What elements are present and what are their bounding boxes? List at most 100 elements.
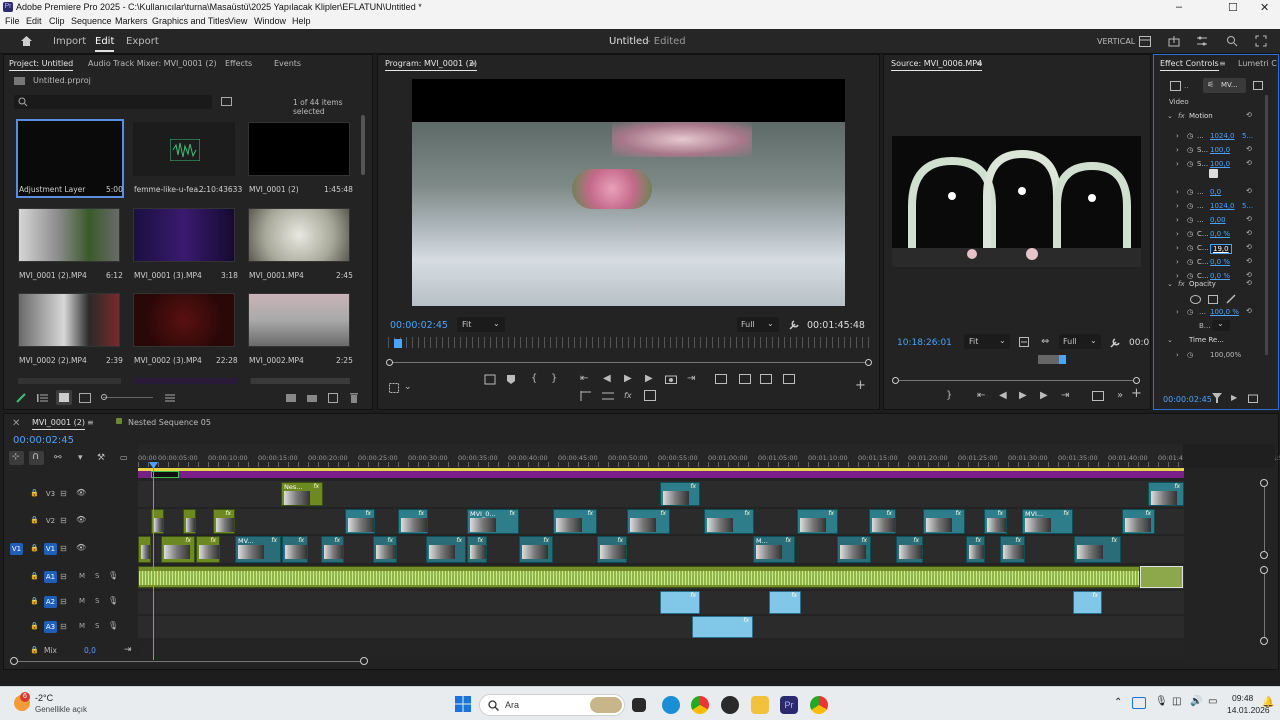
- search-icon[interactable]: [1226, 35, 1238, 47]
- snap-button[interactable]: ∩: [29, 451, 44, 465]
- chevron-down-icon[interactable]: ⌄: [1167, 280, 1173, 288]
- lock-icon[interactable]: 🔒: [30, 489, 39, 497]
- notification-bell-icon[interactable]: 🔔: [1262, 697, 1274, 708]
- menu-help[interactable]: Help: [292, 16, 311, 26]
- effect-controls-timecode[interactable]: 00:00:02:45: [1163, 395, 1212, 404]
- tab-events[interactable]: Events: [274, 59, 301, 68]
- lift-icon[interactable]: [484, 374, 496, 385]
- program-timecode[interactable]: 00:00:02:45: [390, 320, 448, 331]
- track-target-v1[interactable]: V1: [44, 543, 57, 555]
- reset-icon[interactable]: ⟲: [1246, 229, 1252, 237]
- multi-camera-icon[interactable]: [783, 374, 795, 384]
- scroll-handle[interactable]: [1260, 637, 1268, 645]
- mark-in-icon[interactable]: {: [531, 374, 537, 384]
- microphone-icon[interactable]: 🎙: [1155, 696, 1168, 707]
- share-icon[interactable]: [1168, 35, 1180, 47]
- microphone-icon[interactable]: 🎙: [108, 571, 118, 580]
- property-value[interactable]: 0,0 %: [1210, 230, 1230, 238]
- step-forward-icon[interactable]: ▶: [645, 374, 653, 384]
- tab-audio-track-mixer[interactable]: Audio Track Mixer: MVI_0001 (2): [88, 59, 217, 68]
- menu-view[interactable]: View: [228, 16, 247, 26]
- timeline-clip[interactable]: fx: [1074, 536, 1121, 563]
- menu-graphics[interactable]: Graphics and Titles: [152, 16, 229, 26]
- a1-audio-clip[interactable]: [138, 566, 1140, 588]
- stopwatch-icon[interactable]: ◷: [1187, 272, 1193, 280]
- step-back-icon[interactable]: ◀: [603, 374, 611, 384]
- tab-effect-controls[interactable]: Effect Controls: [1160, 59, 1219, 71]
- microphone-icon[interactable]: 🎙: [108, 596, 118, 605]
- tab-project[interactable]: Project: Untitled: [9, 59, 74, 71]
- tab-sequence-main[interactable]: MVI_0001 (2): [32, 418, 85, 430]
- chevron-right-icon[interactable]: ›: [1176, 132, 1179, 140]
- timeline-clip[interactable]: fx: [692, 616, 753, 638]
- export-icon[interactable]: [1248, 393, 1258, 403]
- project-item-sequence[interactable]: [248, 122, 350, 176]
- menu-window[interactable]: Window: [254, 16, 286, 26]
- go-to-out-icon[interactable]: ⇥: [687, 374, 695, 384]
- chevron-right-icon[interactable]: ›: [1176, 160, 1179, 168]
- timeline-clip[interactable]: fx: [837, 536, 871, 563]
- reset-icon[interactable]: ⟲: [1246, 187, 1252, 195]
- chevron-right-icon[interactable]: ›: [1176, 308, 1179, 316]
- trim-icon[interactable]: [580, 391, 592, 401]
- file-explorer-icon[interactable]: [751, 696, 769, 714]
- go-to-in-icon[interactable]: ⇤: [580, 374, 588, 384]
- chevron-right-icon[interactable]: ›: [1176, 216, 1179, 224]
- maximize-button[interactable]: ☐: [1228, 1, 1238, 14]
- panel-layout-icon[interactable]: [1139, 36, 1151, 47]
- chevron-right-icon[interactable]: ›: [1176, 188, 1179, 196]
- chevron-down-icon[interactable]: ⌄: [1167, 336, 1173, 344]
- source-quality-select[interactable]: Full ⌄: [1059, 334, 1101, 349]
- panel-menu-icon[interactable]: ≡: [1219, 59, 1226, 68]
- reset-icon[interactable]: ⟲: [1246, 279, 1252, 287]
- effect-controls-scrollbar[interactable]: [1265, 95, 1268, 355]
- track-target-a1[interactable]: A1: [44, 571, 57, 583]
- davinci-icon[interactable]: [721, 696, 739, 714]
- timeline-clip[interactable]: fx: [896, 536, 923, 563]
- list-view-icon[interactable]: [37, 393, 48, 403]
- minimize-button[interactable]: –: [1176, 1, 1182, 13]
- property-value[interactable]: 100,0: [1210, 146, 1230, 154]
- lock-icon[interactable]: 🔒: [30, 516, 39, 524]
- timeline-clip[interactable]: MVI... fx: [1022, 509, 1073, 534]
- uniform-scale-checkbox[interactable]: [1209, 169, 1218, 178]
- insert-icon[interactable]: [1092, 391, 1104, 401]
- timeline-clip[interactable]: [138, 536, 151, 563]
- blend-mode-select[interactable]: ⌄: [1212, 319, 1230, 331]
- project-item-clip[interactable]: [248, 208, 350, 262]
- chevron-down-icon[interactable]: ⌄: [404, 382, 412, 392]
- timeline-clip[interactable]: fx: [984, 509, 1007, 534]
- timeline-horizontal-scrollbar[interactable]: [14, 661, 364, 662]
- drag-video-icon[interactable]: ⇔: [1041, 337, 1049, 347]
- insert-icon[interactable]: [715, 374, 727, 384]
- add-button-icon[interactable]: +: [1131, 387, 1142, 400]
- premiere-taskbar-icon[interactable]: Pr: [780, 696, 798, 714]
- sync-lock-icon[interactable]: ⊟: [60, 622, 67, 631]
- system-tray-chevron-icon[interactable]: ⌃: [1114, 697, 1122, 708]
- step-back-icon[interactable]: ◀: [999, 391, 1007, 401]
- export-frame-icon[interactable]: [665, 374, 677, 384]
- property-value[interactable]: 1024,0: [1210, 132, 1235, 140]
- reset-icon[interactable]: ⟲: [1246, 159, 1252, 167]
- property-value-secondary[interactable]: 5...: [1242, 202, 1253, 210]
- captions-icon[interactable]: ▭: [120, 453, 128, 463]
- sync-lock-icon[interactable]: ⊟: [60, 544, 67, 553]
- source-clip-dropdown[interactable]: ..: [1184, 82, 1188, 90]
- reset-icon[interactable]: ⟲: [1246, 257, 1252, 265]
- project-item-clip[interactable]: [133, 208, 235, 262]
- track-target-a3[interactable]: A3: [44, 621, 57, 633]
- source-video-frame[interactable]: [892, 136, 1141, 267]
- project-item-clip[interactable]: [18, 293, 120, 347]
- solo-button[interactable]: S: [95, 622, 99, 630]
- opacity-value[interactable]: 100,0 %: [1210, 308, 1239, 316]
- reset-icon[interactable]: ⟲: [1246, 271, 1252, 279]
- timeline-clip[interactable]: fx: [1148, 482, 1184, 506]
- timeline-clip[interactable]: fx: [704, 509, 754, 534]
- new-item-icon[interactable]: [328, 393, 338, 403]
- microphone-icon[interactable]: 🎙: [108, 621, 118, 630]
- automate-sequence-icon[interactable]: [286, 394, 296, 402]
- add-marker-icon[interactable]: [506, 374, 516, 385]
- go-to-in-icon[interactable]: ⇤: [977, 391, 985, 401]
- timeline-clip[interactable]: fx: [553, 509, 597, 534]
- eye-icon[interactable]: 👁: [76, 488, 86, 497]
